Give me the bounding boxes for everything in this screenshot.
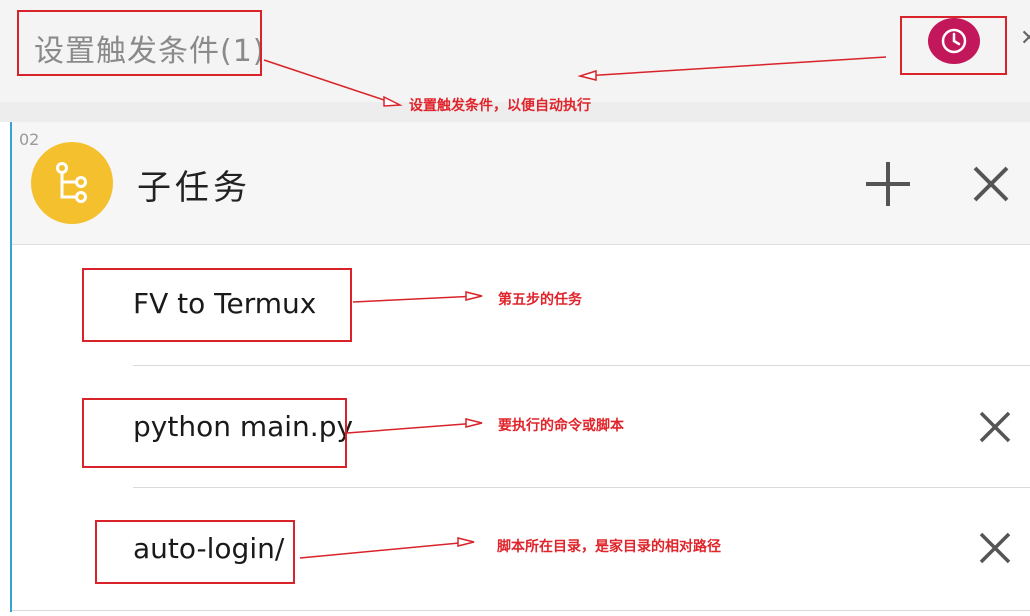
annotation-task-note: 第五步的任务: [498, 292, 582, 308]
annotation-command-note: 要执行的命令或脚本: [498, 418, 624, 434]
annotation-directory-note: 脚本所在目录，是家目录的相对路径: [497, 539, 721, 555]
annotation-trigger-note: 设置触发条件，以便自动执行: [409, 98, 591, 114]
